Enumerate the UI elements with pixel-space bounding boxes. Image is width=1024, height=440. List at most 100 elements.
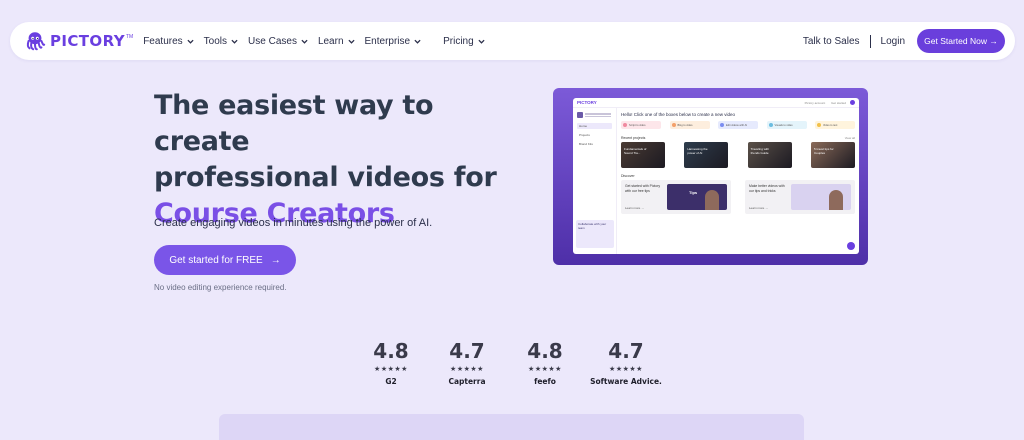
menu-tools[interactable]: Tools [204,36,238,47]
app-avatar [850,100,855,105]
app-discover-image: Tips [667,184,727,210]
nav-actions: Talk to Sales Login Get Started Now → [803,29,1015,53]
get-started-now-button[interactable]: Get Started Now → [917,29,1005,53]
app-account-avatar [577,112,583,118]
app-project-thumb: 5 travel tips for Couples [810,142,855,168]
hero-subtitle: Create engaging videos in minutes using … [154,217,433,229]
rating-item: 4.7 ★★★★★ Capterra [422,340,512,386]
rating-item: 4.7 ★★★★★ Software Advice. [578,340,674,386]
rating-stars: ★★★★★ [374,366,408,373]
rating-score: 4.8 [527,339,563,363]
rating-brand-logo: feefo [534,377,556,386]
rating-brand-logo: Software Advice. [590,377,662,386]
app-project-thumb: Harnessing the power of AI [684,142,729,168]
get-started-free-label: Get started for FREE [169,254,263,266]
hero-title-line1: The easiest way to create [154,90,434,157]
rating-brand-logo: G2 [385,377,397,386]
app-quick-action-label: Visuals to video [774,123,793,127]
app-top-link: Pictory account [804,100,826,105]
app-quick-action: Blog to video [669,121,710,129]
app-discover-text: Get started with Pictory with our free t… [625,184,661,193]
app-discover-card: Get started with Pictory with our free t… [621,180,731,214]
octopus-logo-icon [26,32,46,51]
app-quick-action-label: Script to video [629,123,646,127]
ratings-row: 4.8 ★★★★★ G2 4.7 ★★★★★ Capterra 4.8 ★★★★★ feefo 4… [360,340,674,386]
app-project-title: Traveling with friends Guide [750,147,770,155]
menu-use-cases-label: Use Cases [248,35,297,47]
app-view-all: View all [844,136,855,140]
app-quick-action: Visuals to video [766,121,807,129]
app-discover-text: Make better videos with our tips and tri… [749,184,785,193]
app-quick-action-icon [623,123,627,127]
menu-use-cases[interactable]: Use Cases [248,36,308,47]
app-account [577,112,612,118]
menu-pricing[interactable]: Pricing [443,36,485,47]
rating-stars: ★★★★★ [450,366,484,373]
app-quick-actions: Script to video Blog to video Edit videos … [621,121,855,129]
app-discover-header: Discover [621,174,855,178]
chevron-down-icon [478,39,485,44]
chevron-down-icon [347,39,355,44]
app-project-title: 5 travel tips for Couples [813,147,834,155]
app-project-title: Harnessing the power of AI [687,147,708,155]
pictory-logo[interactable]: PICTORY TM [24,30,133,52]
menu-tools-label: Tools [203,35,228,47]
app-quick-action-icon [720,123,724,127]
app-discover-label: Discover [621,174,635,178]
product-preview: PICTORY Pictory account Get started Home… [553,88,868,265]
bottom-panel [219,414,804,440]
person-image [705,190,719,210]
chevron-down-icon [231,39,238,44]
app-quick-action: Edit videos with AI [718,121,758,129]
app-quick-action-label: Blog to video [677,123,693,127]
app-side-link: Projects [579,133,590,137]
app-logo: PICTORY [577,100,597,105]
app-project-title: Fundamentals of Sound Tra... [624,147,647,155]
logo-text: PICTORY [50,32,125,50]
chevron-down-icon [301,39,308,44]
rating-score: 4.7 [449,339,485,363]
hero-title-line2: professional videos for [154,162,497,193]
app-side-promo: Collaborate with your team [576,220,614,248]
chevron-down-icon [414,39,421,44]
app-sidebar: Home Projects Brand Kits Collaborate wit… [573,108,617,254]
hero-note: No video editing experience required. [154,283,287,292]
app-quick-action: Video to text [815,121,855,129]
app-hello-text: Hello! Click one of the boxes below to c… [621,112,736,117]
app-quick-action-icon [671,123,676,127]
app-side-link: Brand Kits [579,142,593,146]
chat-bubble-icon [847,242,855,250]
rating-brand-logo: Capterra [448,377,486,386]
app-quick-action-icon [768,123,773,127]
get-started-free-button[interactable]: Get started for FREE → [154,245,296,275]
nav-divider [869,34,871,48]
menu-pricing-label: Pricing [443,35,474,47]
app-account-lines [585,112,611,118]
menu-features[interactable]: Features [143,35,194,47]
rating-item: 4.8 ★★★★★ feefo [512,340,578,386]
rating-item: 4.8 ★★★★★ G2 [360,340,422,386]
app-recent-header: Recent projects View all [621,136,855,140]
main-menu: Features Tools Use Cases Learn Enterpris… [143,36,494,47]
logo-trademark: TM [125,34,134,40]
talk-to-sales-link[interactable]: Talk to Sales [803,36,860,47]
menu-features-label: Features [143,35,183,47]
app-project-thumb: Fundamentals of Sound Tra... [621,142,665,168]
menu-enterprise[interactable]: Enterprise [365,36,422,47]
app-discover-image [791,184,851,210]
rating-score: 4.7 [608,339,644,363]
app-topbar: PICTORY Pictory account Get started [573,98,859,108]
app-top-link: Get started [831,100,846,105]
rating-stars: ★★★★★ [528,366,562,373]
app-side-promo-text: Collaborate with your team [578,222,607,230]
arrow-right-icon: → [270,254,281,266]
app-topbar-actions: Pictory account Get started [799,100,855,105]
app-discover-learn-more: Learn more → [625,206,645,210]
app-discover-learn-more: Learn more → [749,206,769,210]
login-link[interactable]: Login [881,36,905,47]
menu-enterprise-label: Enterprise [364,35,411,47]
menu-learn[interactable]: Learn [318,36,355,47]
app-quick-action: Script to video [621,121,661,129]
app-quick-action-label: Video to text [823,123,838,127]
person-image [829,190,843,210]
